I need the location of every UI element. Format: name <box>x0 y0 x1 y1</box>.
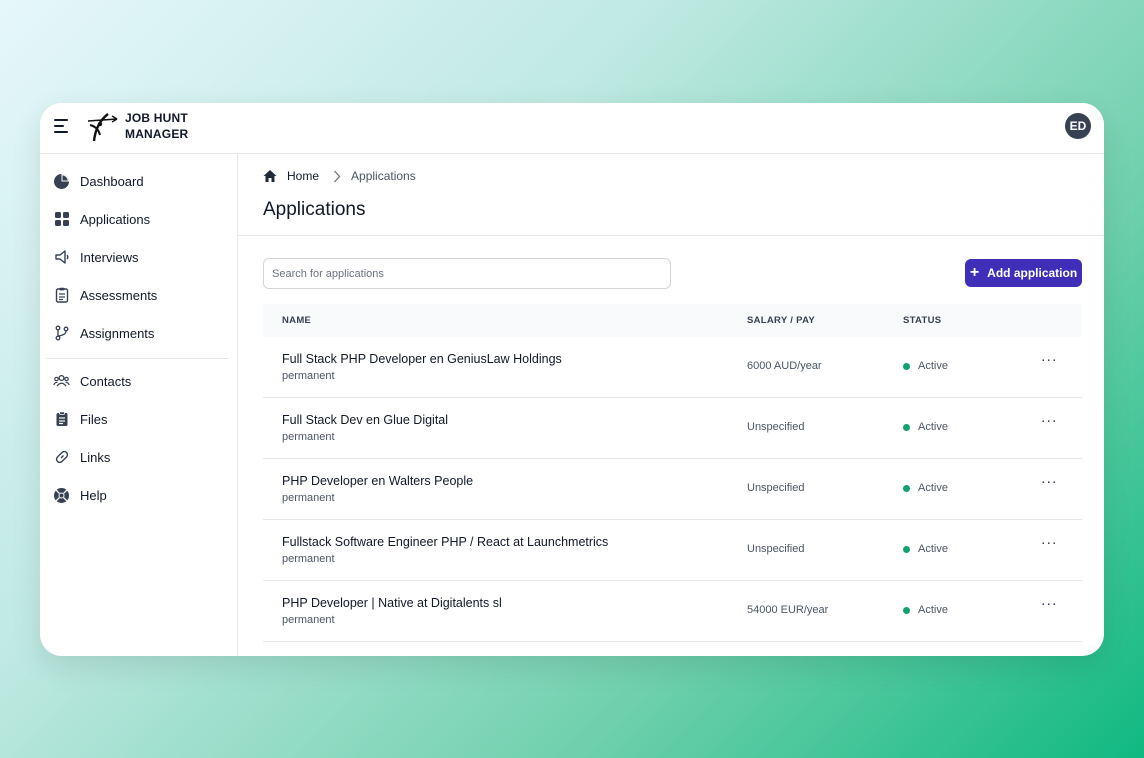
archer-logo-icon <box>87 113 118 142</box>
sidebar-item-interviews[interactable]: Interviews <box>52 243 232 271</box>
top-bar: JOB HUNT MANAGER ED <box>40 103 1104 154</box>
table-header: NAME SALARY / PAY STATUS <box>263 304 1082 337</box>
sidebar-item-label: Assessments <box>80 287 158 303</box>
status-label: Active <box>918 604 948 616</box>
application-salary: 6000 AUD/year <box>747 360 822 372</box>
sidebar-item-label: Files <box>80 411 108 427</box>
sidebar-divider <box>46 358 228 359</box>
applications-table: NAME SALARY / PAY STATUS Full Stack PHP … <box>263 304 1082 642</box>
application-salary: Unspecified <box>747 421 805 433</box>
application-title[interactable]: PHP Developer en Walters People <box>282 474 473 488</box>
breadcrumb-home[interactable]: Home <box>263 169 319 183</box>
column-header-salary[interactable]: SALARY / PAY <box>747 315 815 326</box>
table-row[interactable]: PHP Developer | Native at Digitalents sl… <box>263 581 1082 642</box>
sidebar-item-dashboard[interactable]: Dashboard <box>52 167 232 195</box>
application-type: permanent <box>282 553 335 565</box>
breadcrumb-home-label: Home <box>287 169 320 183</box>
lifebuoy-icon <box>53 487 70 504</box>
application-type: permanent <box>282 614 335 626</box>
sidebar-item-label: Assignments <box>80 325 155 341</box>
user-avatar[interactable]: ED <box>1065 113 1091 139</box>
sidebar-item-applications[interactable]: Applications <box>52 205 232 233</box>
column-header-name[interactable]: NAME <box>282 315 311 326</box>
status-dot-icon <box>903 545 910 553</box>
sidebar-item-assignments[interactable]: Assignments <box>52 319 232 347</box>
link-icon <box>53 449 70 466</box>
table-row[interactable]: Fullstack Software Engineer PHP / React … <box>263 520 1082 581</box>
page-header: Home Applications Applications <box>238 154 1104 236</box>
application-salary: Unspecified <box>747 482 805 494</box>
clipboard-icon <box>53 411 70 428</box>
users-icon <box>53 373 70 390</box>
grid-icon <box>53 211 70 228</box>
sidebar-item-files[interactable]: Files <box>52 405 232 433</box>
sidebar: Dashboard Applications Interviews Assess… <box>40 154 238 656</box>
application-type: permanent <box>282 370 335 382</box>
plus-icon: + <box>969 264 980 281</box>
table-row[interactable]: Full Stack PHP Developer en GeniusLaw Ho… <box>263 337 1082 398</box>
more-options-icon[interactable]: ··· <box>1039 534 1059 554</box>
status-badge: Active <box>903 360 948 372</box>
pie-chart-icon <box>53 173 70 190</box>
clipboard-list-icon <box>53 287 70 304</box>
status-dot-icon <box>903 423 910 431</box>
application-salary: Unspecified <box>747 543 805 555</box>
sidebar-item-links[interactable]: Links <box>52 443 232 471</box>
table-row[interactable]: Full Stack Dev en Glue Digital permanent… <box>263 398 1082 459</box>
sidebar-item-label: Help <box>80 487 107 503</box>
sidebar-item-label: Applications <box>80 211 151 227</box>
app-window: JOB HUNT MANAGER ED Dashboard Applicatio… <box>40 103 1104 656</box>
status-badge: Active <box>903 421 948 433</box>
status-badge: Active <box>903 604 948 616</box>
status-badge: Active <box>903 482 948 494</box>
search-input[interactable] <box>263 258 671 289</box>
column-header-status[interactable]: STATUS <box>903 315 941 326</box>
status-dot-icon <box>903 606 910 614</box>
table-row[interactable]: PHP Developer en Walters People permanen… <box>263 459 1082 520</box>
status-label: Active <box>918 482 948 494</box>
application-salary: 54000 EUR/year <box>747 604 829 616</box>
sidebar-item-label: Dashboard <box>80 173 144 189</box>
application-type: permanent <box>282 492 335 504</box>
application-title[interactable]: Full Stack PHP Developer en GeniusLaw Ho… <box>282 352 562 366</box>
menu-toggle-icon[interactable] <box>54 119 70 133</box>
sidebar-item-contacts[interactable]: Contacts <box>52 367 232 395</box>
megaphone-icon <box>53 249 70 266</box>
status-label: Active <box>918 421 948 433</box>
status-dot-icon <box>903 362 910 370</box>
sidebar-item-label: Links <box>80 449 111 465</box>
sidebar-item-label: Contacts <box>80 373 132 389</box>
application-type: permanent <box>282 431 335 443</box>
status-label: Active <box>918 360 948 372</box>
brand-name: JOB HUNT MANAGER <box>125 111 189 141</box>
sidebar-item-label: Interviews <box>80 249 139 265</box>
application-title[interactable]: Full Stack Dev en Glue Digital <box>282 413 448 427</box>
page-title: Applications <box>263 199 366 220</box>
more-options-icon[interactable]: ··· <box>1039 595 1059 615</box>
application-title[interactable]: PHP Developer | Native at Digitalents sl <box>282 596 502 610</box>
status-label: Active <box>918 543 948 555</box>
main-content: Home Applications Applications + Add app… <box>238 154 1104 656</box>
more-options-icon[interactable]: ··· <box>1039 351 1059 371</box>
sidebar-item-help[interactable]: Help <box>52 481 232 509</box>
status-dot-icon <box>903 484 910 492</box>
more-options-icon[interactable]: ··· <box>1039 412 1059 432</box>
git-branch-icon <box>53 325 70 342</box>
more-options-icon[interactable]: ··· <box>1039 473 1059 493</box>
application-title[interactable]: Fullstack Software Engineer PHP / React … <box>282 535 608 549</box>
home-icon <box>263 170 277 182</box>
sidebar-item-assessments[interactable]: Assessments <box>52 281 232 309</box>
breadcrumb: Home Applications <box>263 169 416 183</box>
add-application-label: Add application <box>987 266 1078 280</box>
breadcrumb-current[interactable]: Applications <box>351 169 416 183</box>
add-application-button[interactable]: + Add application <box>965 259 1082 287</box>
status-badge: Active <box>903 543 948 555</box>
chevron-right-icon <box>333 170 341 183</box>
